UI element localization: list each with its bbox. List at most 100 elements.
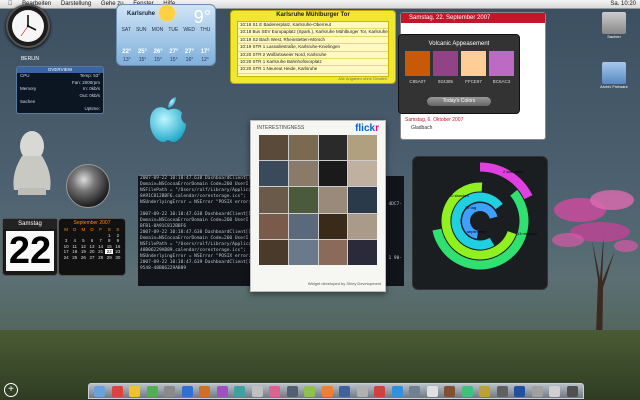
day-calendar-widget[interactable]: Samstag 22 [2,218,58,276]
dock-app-icon[interactable] [216,385,228,397]
flickr-photo[interactable] [348,187,377,213]
crystal-ball-widget[interactable] [66,164,110,208]
transit-row[interactable]: 10:20 STR 2 Wolfartsweier Nord, Karlsruh… [238,52,388,60]
calendar-day[interactable]: 23 [114,249,122,254]
calendar-day[interactable]: 12 [79,244,87,249]
calendar-day[interactable]: 25 [71,255,79,260]
transit-departure-list[interactable]: 10:18 S1 E Badenerplatz, Karlsruhe-Oberr… [237,21,389,77]
weather-widget[interactable]: Karlsruhe 9° SAT SUN MON TUE WED THU 22°… [116,4,216,66]
flickr-photo[interactable] [318,135,348,161]
menu-item-view[interactable]: Darstellung [61,1,91,7]
calendar-day[interactable]: 8 [105,238,113,243]
flickr-photo[interactable] [259,135,288,161]
flickr-photo[interactable] [348,135,377,161]
dock-app-icon[interactable] [426,385,438,397]
calendar-day[interactable]: 2 [114,233,122,238]
flickr-photo[interactable] [288,135,318,161]
calendar-day[interactable]: 29 [105,255,113,260]
flickr-photo[interactable] [288,213,318,239]
transit-departures-widget[interactable]: Karlsruhe Mühlburger Tor 10:18 S1 E Bade… [230,10,396,84]
transit-row[interactable]: 10:18 Bus SEV Europaplatz (Spark.), Karl… [238,29,388,37]
color-swatch[interactable] [489,51,514,76]
apple-menu-icon[interactable]:  [8,1,13,7]
dock-app-icon[interactable] [234,385,246,397]
transit-row[interactable]: 10:20 STR 1 Neureut Heide, Karlsruhe [238,66,388,74]
calendar-day[interactable]: 15 [105,244,113,249]
dock-app-icon[interactable] [146,385,158,397]
dock-app-icon[interactable] [164,385,176,397]
dock-app-icon[interactable] [269,385,281,397]
dock-app-icon[interactable] [321,385,333,397]
calendar-day[interactable]: 22 [105,249,114,254]
add-widget-button[interactable]: + [4,383,18,397]
month-calendar-widget[interactable]: September 2007 M D M D F S S 1 2 3 4 5 6 7 8 9 10 11 12 13 1… [58,218,126,276]
calendar-day[interactable]: 14 [97,244,105,249]
system-overview-widget[interactable]: OVERVIEW CPU Temp: 53° Fan: 2000rpm Memor… [16,66,104,114]
calendar-day[interactable]: 28 [97,255,105,260]
flickr-photo[interactable] [288,161,318,187]
calendar-day[interactable]: 26 [79,255,87,260]
dock-app-icon[interactable] [479,385,491,397]
dock-app-icon[interactable] [531,385,543,397]
desktop-drive-icon[interactable]: Sachen [596,12,632,39]
color-swatch[interactable] [433,51,458,76]
calendar-day[interactable]: 21 [97,249,105,254]
transit-row[interactable]: 10:19 S2 Bach West, Rheinstetten-Mörsch [238,37,388,45]
flickr-photo[interactable] [348,161,377,187]
todays-colors-button[interactable]: Today's Colors [427,97,491,106]
dock-app-icon[interactable] [409,385,421,397]
calendar-day[interactable]: 3 [62,238,70,243]
dock-app-icon[interactable] [549,385,561,397]
transit-row[interactable]: 10:20 STR 1 Karlsruhe Bahnhofsvorplatz [238,59,388,67]
desktop-folder-icon[interactable]: Archiv Freiware [596,62,632,89]
flickr-photo[interactable] [259,213,288,239]
calendar-day[interactable]: 9 [114,238,122,243]
color-palette-widget[interactable]: Volcanic Appeasement C85A07 924385 FFCE9… [398,34,520,114]
dock-app-icon[interactable] [444,385,456,397]
calendar-day[interactable]: 1 [105,233,113,238]
dock-app-icon[interactable] [129,385,141,397]
dock-app-icon[interactable] [286,385,298,397]
calendar-day[interactable]: 18 [71,249,79,254]
ring-clock-widget[interactable]: 2 sekunden 13 minuten 10 stunden 22 tag … [412,156,548,290]
dock-app-icon[interactable] [199,385,211,397]
calendar-day[interactable]: 30 [114,255,122,260]
dock-app-icon[interactable] [496,385,508,397]
flickr-photo[interactable] [318,161,348,187]
dock-app-icon[interactable] [304,385,316,397]
calendar-day[interactable]: 24 [62,255,70,260]
transit-row[interactable]: 10:18 S1 E Badenerplatz, Karlsruhe-Oberr… [238,22,388,30]
flickr-photo[interactable] [318,239,348,265]
calendar-day[interactable]: 10 [62,244,70,249]
dock-app-icon[interactable] [181,385,193,397]
dock-app-icon[interactable] [94,385,106,397]
flickr-photo[interactable] [348,213,377,239]
calendar-day[interactable]: 6 [88,238,96,243]
calendar-day[interactable]: 17 [62,249,70,254]
transit-row[interactable]: 10:19 STR 1 Lassallestraße, Karlsruhe-Kn… [238,44,388,52]
calendar-day[interactable]: 11 [71,244,79,249]
calendar-day[interactable]: 20 [88,249,96,254]
world-clock-widget[interactable]: BERLIN [6,4,50,62]
flickr-widget[interactable]: INTERESTINGNESS flickr Widget developed … [250,120,386,292]
dock-app-icon[interactable] [339,385,351,397]
flickr-photo[interactable] [259,239,288,265]
calendar-day[interactable]: 5 [79,238,87,243]
dock-app-icon[interactable] [514,385,526,397]
flickr-photo[interactable] [259,161,288,187]
color-swatch[interactable] [461,51,486,76]
flickr-photo[interactable] [348,239,377,265]
dock-app-icon[interactable] [356,385,368,397]
flickr-photo[interactable] [318,213,348,239]
color-swatch[interactable] [405,51,430,76]
flickr-photo[interactable] [288,187,318,213]
calendar-day[interactable]: 27 [88,255,96,260]
dock-app-icon[interactable] [251,385,263,397]
dock-app-icon[interactable] [566,385,578,397]
menubar-clock[interactable]: Sa. 10:20 [610,0,636,8]
calendar-day[interactable]: 13 [88,244,96,249]
flickr-photo[interactable] [288,239,318,265]
dock-app-icon[interactable] [391,385,403,397]
calendar-day[interactable]: 7 [97,238,105,243]
flickr-photo[interactable] [318,187,348,213]
